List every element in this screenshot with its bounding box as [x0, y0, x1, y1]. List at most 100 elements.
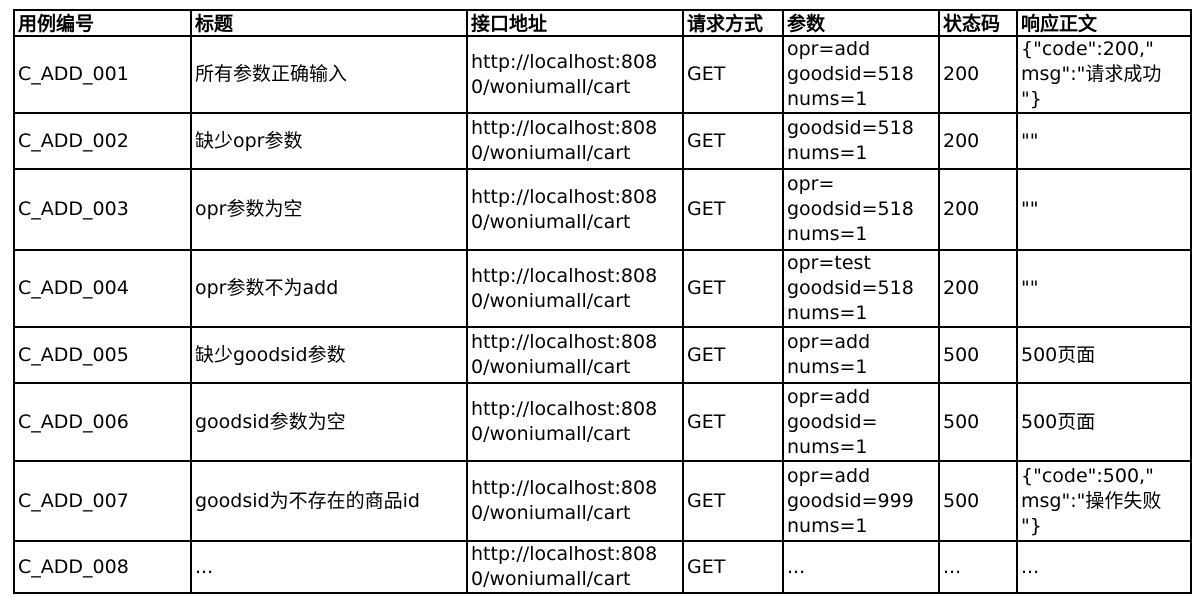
method-cell: GET — [682, 35, 784, 114]
params-cell: opr=add goodsid=999 nums=1 — [782, 460, 940, 542]
response-cell: ... — [1016, 540, 1192, 594]
header-response: 响应正文 — [1016, 9, 1192, 37]
table-row: C_ADD_002 缺少opr参数 http://localhost:808 0/wo… — [13, 112, 1192, 170]
params-cell-line: opr=test — [787, 252, 871, 274]
case-id-cell: C_ADD_001 — [13, 35, 192, 114]
url-cell-line: http://localhost:808 — [471, 398, 658, 420]
response-cell-line: "" — [1021, 129, 1039, 152]
params-cell: opr= goodsid=518 nums=1 — [782, 168, 940, 251]
method-cell: GET — [682, 112, 784, 170]
response-cell: {"code":200," msg":"请求成功 "} — [1016, 35, 1192, 114]
params-cell: opr=add nums=1 — [782, 326, 940, 384]
method-cell: GET — [682, 540, 784, 594]
url-cell-line: 0/woniumall/cart — [471, 423, 631, 445]
url-cell-line: http://localhost:808 — [471, 50, 658, 73]
url-cell: http://localhost:808 0/woniumall/cart — [466, 249, 684, 328]
params-cell-line: nums=1 — [787, 223, 868, 245]
title-cell: goodsid为不存在的商品id — [190, 460, 468, 542]
header-status: 状态码 — [938, 9, 1018, 37]
title-cell: 缺少goodsid参数 — [190, 326, 468, 384]
method-cell: GET — [682, 168, 784, 251]
title-cell: 所有参数正确输入 — [190, 35, 468, 114]
params-cell-line: nums=1 — [787, 435, 868, 458]
response-cell-line: {"code":200," — [1021, 38, 1154, 60]
response-cell: 500页面 — [1016, 382, 1192, 462]
table-row: C_ADD_008... http://localhost:808 0/wonium… — [13, 540, 1192, 594]
params-cell-line: opr=add — [787, 385, 871, 408]
case-id-cell: C_ADD_008 — [13, 540, 192, 594]
url-cell: http://localhost:808 0/woniumall/cart — [466, 326, 684, 384]
header-method: 请求方式 — [682, 9, 784, 37]
params-cell-line: opr=add — [787, 38, 871, 60]
url-cell: http://localhost:808 0/woniumall/cart — [466, 168, 684, 251]
url-cell-line: 0/woniumall/cart — [471, 289, 631, 312]
params-cell: ... — [782, 540, 940, 594]
status-cell: 500 — [938, 326, 1018, 384]
url-cell-line: http://localhost:808 — [471, 543, 658, 565]
title-cell: opr参数为空 — [190, 168, 468, 251]
table-row: C_ADD_005 缺少goodsid参数 http://localhost:808… — [13, 326, 1192, 384]
response-cell-line: "" — [1021, 198, 1039, 220]
params-cell-line: nums=1 — [787, 302, 868, 324]
url-cell-line: http://localhost:808 — [471, 117, 658, 139]
url-cell-line: 0/woniumall/cart — [471, 568, 631, 590]
response-cell: "" — [1016, 168, 1192, 251]
method-cell: GET — [682, 382, 784, 462]
status-cell: 200 — [938, 168, 1018, 251]
header-title: 标题 — [190, 9, 468, 37]
url-cell-line: 0/woniumall/cart — [471, 142, 631, 164]
params-cell-line: nums=1 — [787, 88, 868, 110]
header-url: 接口地址 — [466, 9, 684, 37]
title-cell: 缺少opr参数 — [190, 112, 468, 170]
params-cell-line: opr=add — [787, 464, 871, 487]
response-cell: 500页面 — [1016, 326, 1192, 384]
url-cell: http://localhost:808 0/woniumall/cart — [466, 382, 684, 462]
response-cell-line: {"code":500," — [1021, 464, 1154, 487]
status-cell: ... — [938, 540, 1018, 594]
table-row: C_ADD_003 opr参数为空 http://localhost:808 0/wo… — [13, 168, 1192, 251]
status-cell: 200 — [938, 249, 1018, 328]
case-id-cell: C_ADD_006 — [13, 382, 192, 462]
params-cell-line: nums=1 — [787, 142, 868, 164]
header-case-id: 用例编号 — [13, 9, 192, 37]
url-cell: http://localhost:808 0/woniumall/cart — [466, 35, 684, 114]
url-cell-line: http://localhost:808 — [471, 264, 658, 287]
table-row: C_ADD_007 goodsid为不存在的商品id http://localhos… — [13, 460, 1192, 542]
status-cell: 500 — [938, 382, 1018, 462]
url-cell: http://localhost:808 0/woniumall/cart — [466, 460, 684, 542]
case-id-cell: C_ADD_002 — [13, 112, 192, 170]
params-cell: opr=add goodsid=518 nums=1 — [782, 35, 940, 114]
method-cell: GET — [682, 326, 784, 384]
params-cell-line: goodsid=518 — [787, 63, 914, 85]
params-cell-line: nums=1 — [787, 356, 868, 378]
method-cell: GET — [682, 249, 784, 328]
table-row: C_ADD_006 goodsid参数为空 http://localhost:808… — [13, 382, 1192, 462]
url-cell: http://localhost:808 0/woniumall/cart — [466, 540, 684, 594]
params-cell-line: goodsid=518 — [787, 277, 914, 299]
response-cell-line: 500页面 — [1021, 410, 1096, 433]
title-cell: opr参数不为add — [190, 249, 468, 328]
table-row: C_ADD_001 所有参数正确输入 http://localhost:808 0/w… — [13, 35, 1192, 114]
url-cell-line: 0/woniumall/cart — [471, 502, 631, 524]
url-cell-line: 0/woniumall/cart — [471, 356, 631, 378]
params-cell-line: goodsid=518 — [787, 198, 914, 220]
url-cell-line: http://localhost:808 — [471, 477, 658, 499]
params-cell: opr=add goodsid= nums=1 — [782, 382, 940, 462]
case-id-cell: C_ADD_003 — [13, 168, 192, 251]
response-cell: "" — [1016, 249, 1192, 328]
case-id-cell: C_ADD_005 — [13, 326, 192, 384]
response-cell-line: 500页面 — [1021, 343, 1096, 366]
table-header-row: 用例编号 标题 接口地址 请求方式 参数 状态码 响应正文 — [13, 9, 1192, 37]
table-row: C_ADD_004 opr参数不为add http://localhost:808 0… — [13, 249, 1192, 328]
response-cell: "" — [1016, 112, 1192, 170]
url-cell-line: http://localhost:808 — [471, 185, 658, 208]
response-cell-line: "" — [1021, 277, 1039, 299]
case-id-cell: C_ADD_007 — [13, 460, 192, 542]
url-cell: http://localhost:808 0/woniumall/cart — [466, 112, 684, 170]
header-params: 参数 — [782, 9, 940, 37]
params-cell: goodsid=518 nums=1 — [782, 112, 940, 170]
params-cell-line: opr= — [787, 173, 835, 195]
test-case-table: 用例编号 标题 接口地址 请求方式 参数 状态码 响应正文 C_ADD_001 所… — [13, 9, 1192, 594]
status-cell: 200 — [938, 35, 1018, 114]
response-cell-line: ... — [1021, 555, 1040, 578]
